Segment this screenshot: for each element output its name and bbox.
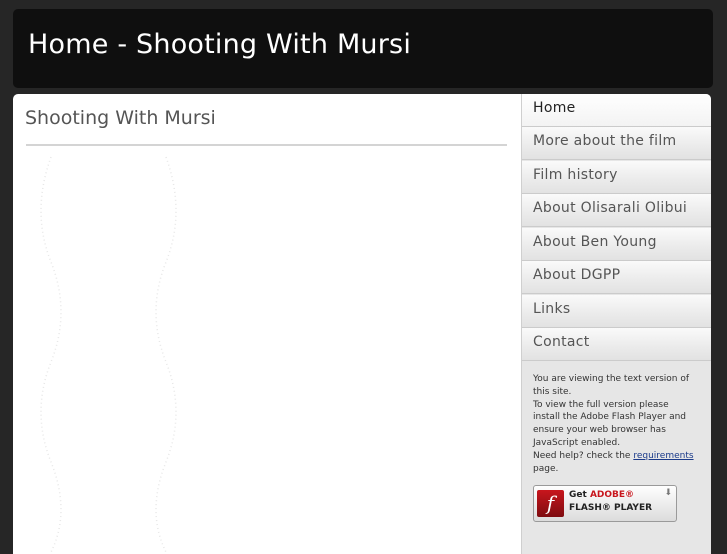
sidebar-item-about-olisarali-olibui[interactable]: About Olisarali Olibui [522, 194, 711, 227]
sidebar-item-home[interactable]: Home [522, 94, 711, 127]
sidebar-nav: Home More about the film Film history Ab… [521, 94, 711, 554]
heading-divider [26, 144, 507, 146]
content-heading: Shooting With Mursi [25, 107, 216, 129]
flash-badge-player: FLASH® PLAYER [569, 503, 653, 513]
sidebar-item-label: Home [533, 100, 576, 116]
help-prefix: Need help? check the [533, 450, 631, 461]
flash-logo-icon: f [537, 490, 564, 517]
main-content: Shooting With Mursi [13, 94, 521, 554]
flash-badge-get: Get [569, 490, 587, 500]
sidebar-item-label: More about the film [533, 133, 677, 149]
sidebar-item-about-dgpp[interactable]: About DGPP [522, 261, 711, 294]
notice-line-install-flash: To view the full version please install … [533, 399, 687, 448]
sidebar-item-label: About DGPP [533, 267, 621, 283]
notice-line-help: Need help? check the requirements page. [533, 450, 698, 476]
sidebar-item-contact[interactable]: Contact [522, 328, 711, 361]
requirements-link[interactable]: requirements [633, 451, 693, 461]
help-suffix: page. [533, 463, 559, 474]
page-title: Home - Shooting With Mursi [28, 29, 412, 60]
flash-placeholder-decoration [40, 156, 177, 552]
sidebar-item-about-ben-young[interactable]: About Ben Young [522, 228, 711, 261]
sidebar-item-label: About Olisarali Olibui [533, 200, 688, 216]
flash-badge-line1: Get ADOBE® [569, 490, 634, 500]
get-flash-player-button[interactable]: f Get ADOBE® FLASH® PLAYER ⬇ [533, 485, 677, 522]
sidebar-item-label: About Ben Young [533, 234, 657, 250]
site-header: Home - Shooting With Mursi [13, 9, 713, 88]
sidebar-item-film-history[interactable]: Film history [522, 161, 711, 194]
flash-badge-adobe: ADOBE® [589, 490, 635, 500]
sidebar-item-more-about-the-film[interactable]: More about the film [522, 127, 711, 160]
sidebar-item-links[interactable]: Links [522, 295, 711, 328]
download-arrow-icon: ⬇ [664, 488, 672, 498]
text-version-notice: You are viewing the text version of this… [533, 373, 698, 475]
notice-line-text-version: You are viewing the text version of this… [533, 374, 690, 397]
sidebar-item-label: Links [533, 301, 571, 317]
sidebar-item-label: Contact [533, 334, 590, 350]
sidebar-item-label: Film history [533, 167, 618, 183]
